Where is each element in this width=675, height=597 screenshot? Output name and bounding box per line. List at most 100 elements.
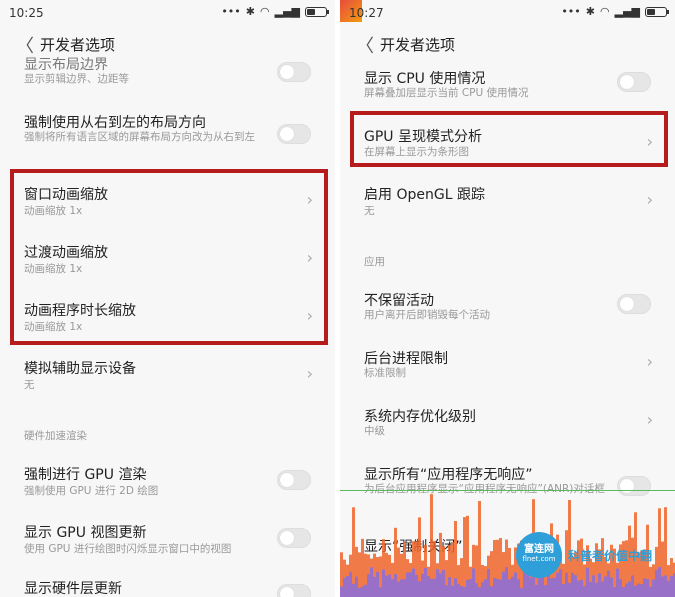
gpu-bar-segment (388, 574, 391, 597)
setting-row-opengl-trace[interactable]: 启用 OpenGL 跟踪 无 › (340, 178, 675, 224)
toggle-switch[interactable] (277, 528, 311, 548)
gpu-bar-segment (496, 578, 499, 597)
setting-subtitle: 使用 GPU 进行绘图时闪烁显示窗口中的视图 (24, 543, 232, 555)
gpu-bar-segment (340, 586, 343, 597)
toggle-switch[interactable] (617, 72, 651, 92)
watermark-logo: 富连网 flnet.com (516, 532, 562, 578)
left-screen: 10:25 ••• ✱ ◠ ▂▄▆ 〈 开发者选项 显示布局边界 显示剪辑边界、… (0, 0, 335, 597)
setting-subtitle: 强制使用 GPU 进行 2D 绘图 (24, 485, 159, 497)
gpu-bar-segment (514, 572, 517, 597)
setting-title: 启用 OpenGL 跟踪 (364, 187, 485, 203)
gpu-bar-segment (367, 574, 370, 597)
gpu-bar-segment (550, 578, 553, 597)
status-bar: 10:27 ••• ✱ ◠ ▂▄▆ (340, 0, 675, 28)
wifi-icon: ◠ (260, 5, 270, 18)
gpu-bar-segment (577, 580, 580, 597)
gpu-bar-segment (352, 507, 355, 597)
gpu-bar-segment (508, 579, 511, 597)
gpu-bar-segment (379, 587, 382, 597)
setting-row-memory-optimization[interactable]: 系统内存优化级别 中级 › (340, 400, 675, 446)
setting-title: 显示硬件层更新 (24, 581, 122, 597)
gpu-bar-segment (517, 579, 520, 597)
gpu-bar-segment (601, 581, 604, 597)
bluetooth-icon: ✱ (585, 5, 595, 18)
chevron-right-icon: › (646, 190, 653, 209)
gpu-bar-segment (556, 572, 559, 597)
setting-title: 不保留活动 (364, 293, 434, 309)
gpu-bar-segment (544, 585, 547, 597)
gpu-bar-segment (565, 572, 568, 597)
gpu-bar-segment (457, 583, 460, 597)
gpu-bar-segment (430, 578, 433, 597)
gpu-bar-segment (475, 583, 478, 597)
setting-row-force-gpu[interactable]: 强制进行 GPU 渲染 强制使用 GPU 进行 2D 绘图 (0, 458, 335, 506)
setting-title: 显示所有“应用程序无响应” (364, 467, 533, 483)
gpu-profile-bars (340, 494, 675, 597)
toggle-switch[interactable] (617, 294, 651, 314)
gpu-bar-segment (361, 586, 364, 597)
gpu-bar-segment (631, 575, 634, 597)
setting-title: 显示布局边界 (24, 57, 108, 73)
gpu-bar-segment (343, 577, 346, 597)
gpu-bar-segment (346, 576, 349, 597)
setting-title: 系统内存优化级别 (364, 409, 476, 425)
gpu-bar-segment (520, 587, 523, 597)
highlight-box (10, 169, 328, 345)
toggle-switch[interactable] (277, 584, 311, 597)
gpu-bar-segment (445, 585, 448, 597)
gpu-bar-segment (355, 576, 358, 597)
watermark-logo-domain: flnet.com (522, 555, 556, 563)
gpu-bar-segment (433, 578, 436, 597)
gpu-bar-segment (460, 585, 463, 597)
gpu-bar-segment (595, 582, 598, 597)
gpu-bar-segment (478, 500, 481, 597)
chevron-right-icon: › (646, 352, 653, 371)
gpu-bar-segment (580, 579, 583, 597)
gpu-bar-segment (589, 581, 592, 597)
watermark-logo-text: 富连网 (524, 544, 554, 555)
page-title: 开发者选项 (40, 36, 116, 54)
gpu-bar-segment (490, 586, 493, 597)
signal-icon: ▂▄▆ (274, 5, 300, 18)
status-time: 10:27 (349, 6, 384, 20)
wifi-icon: ◠ (600, 5, 610, 18)
gpu-bar-segment (478, 587, 481, 597)
toggle-switch[interactable] (277, 470, 311, 490)
setting-row-secondary-display[interactable]: 模拟辅助显示设备 无 › (0, 352, 335, 400)
signal-icon: ▂▄▆ (614, 5, 640, 18)
gpu-bar-segment (487, 569, 490, 597)
setting-row-layout-bounds[interactable]: 显示布局边界 显示剪辑边界、边距等 (0, 57, 335, 94)
dots-icon: ••• (221, 5, 241, 18)
setting-row-cpu-usage[interactable]: 显示 CPU 使用情况 屏幕叠加层显示当前 CPU 使用情况 (340, 64, 675, 104)
dots-icon: ••• (561, 5, 581, 18)
setting-row-hw-layer-updates[interactable]: 显示硬件层更新 (0, 574, 335, 597)
gpu-bar-segment (418, 581, 421, 597)
setting-row-dont-keep-activities[interactable]: 不保留活动 用户离开后即销毁每个活动 (340, 284, 675, 330)
gpu-bar-segment (625, 583, 628, 597)
gpu-bar-segment (466, 579, 469, 597)
gpu-bar-segment (397, 581, 400, 597)
gpu-bar-segment (571, 572, 574, 597)
gpu-bar-segment (511, 576, 514, 597)
toggle-switch[interactable] (277, 124, 311, 144)
gpu-bar-segment (499, 579, 502, 597)
gpu-bar-segment (400, 579, 403, 597)
gpu-bar-segment (502, 571, 505, 597)
page-title: 开发者选项 (380, 36, 456, 54)
battery-icon (645, 6, 669, 17)
status-icons: ••• ✱ ◠ ▂▄▆ (561, 5, 669, 18)
gpu-bar-segment (376, 571, 379, 597)
setting-title: 强制使用从右到左的布局方向 (24, 115, 206, 131)
gpu-bar-segment (391, 579, 394, 597)
back-icon[interactable]: 〈 (356, 32, 376, 58)
toggle-switch[interactable] (277, 62, 311, 82)
setting-row-rtl[interactable]: 强制使用从右到左的布局方向 强制将所有语言区域的屏幕布局方向改为从右到左 (0, 108, 335, 160)
gpu-bar-segment (481, 582, 484, 597)
setting-row-bg-process-limit[interactable]: 后台进程限制 标准限制 › (340, 342, 675, 388)
gpu-bar-segment (442, 569, 445, 597)
setting-row-gpu-view-updates[interactable]: 显示 GPU 视图更新 使用 GPU 进行绘图时闪烁显示窗口中的视图 (0, 516, 335, 564)
chevron-right-icon: › (646, 410, 653, 429)
setting-subtitle: 屏幕叠加层显示当前 CPU 使用情况 (364, 87, 529, 99)
gpu-bar-segment (526, 574, 529, 597)
gpu-bar-segment (403, 579, 406, 597)
